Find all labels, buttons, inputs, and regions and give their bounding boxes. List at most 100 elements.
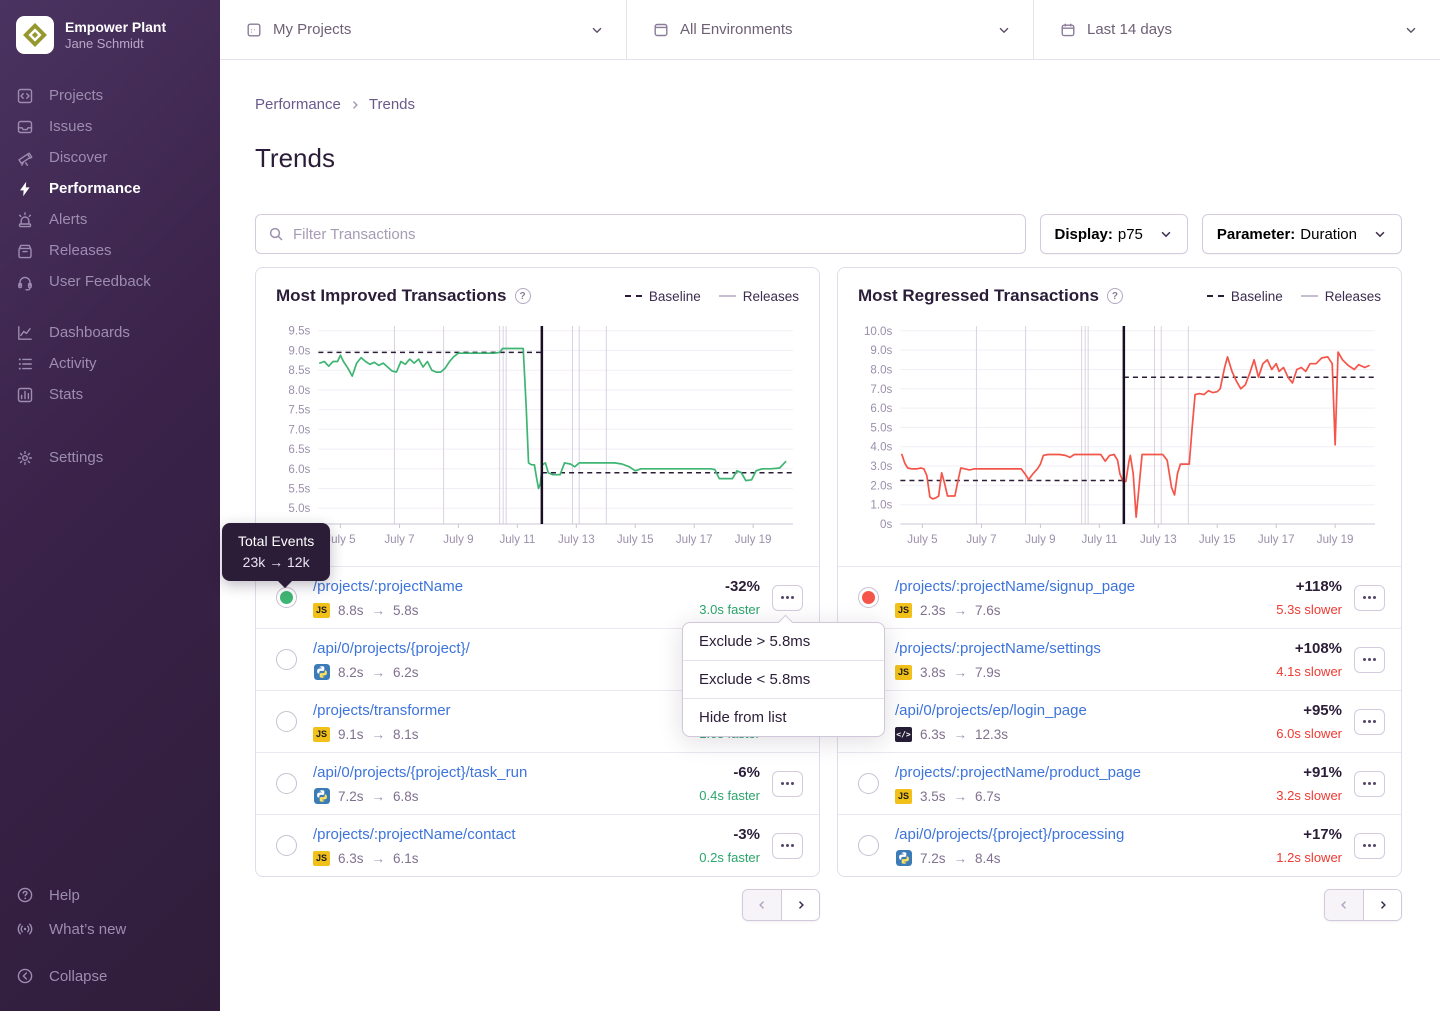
transaction-link[interactable]: /api/0/projects/{project}/processing (895, 826, 1124, 843)
transaction-link[interactable]: /projects/:projectName (313, 578, 463, 595)
sidebar-item-projects[interactable]: Projects (0, 80, 220, 111)
row-actions-button[interactable] (772, 771, 803, 797)
main-area: My Projects All Environments Last 14 day… (220, 0, 1440, 1011)
svg-text:6.0s: 6.0s (870, 403, 892, 415)
svg-text:0s: 0s (880, 519, 892, 531)
row-actions-button[interactable] (772, 833, 803, 859)
row-actions-button[interactable] (1354, 585, 1385, 611)
transaction-link[interactable]: /projects/transformer (313, 702, 451, 719)
delta-label: 5.3s slower (1250, 602, 1342, 617)
transaction-radio[interactable] (276, 711, 297, 732)
transaction-radio-selected[interactable] (858, 587, 879, 608)
svg-text:July 5: July 5 (907, 534, 937, 546)
svg-text:5.0s: 5.0s (870, 422, 892, 434)
svg-text:8.0s: 8.0s (288, 385, 310, 397)
org-user: Jane Schmidt (65, 36, 166, 52)
arrow-right-icon: → (372, 789, 386, 804)
transaction-link[interactable]: /api/0/projects/ep/login_page (895, 702, 1087, 719)
svg-text:2.0s: 2.0s (870, 480, 892, 492)
svg-text:4.0s: 4.0s (870, 442, 892, 454)
prev-page-button[interactable] (1325, 890, 1363, 920)
next-page-button[interactable] (1363, 890, 1401, 920)
org-switcher[interactable]: Empower Plant Jane Schmidt (0, 0, 220, 54)
question-circle-icon (16, 886, 34, 904)
improved-chart[interactable]: 9.5s9.0s8.5s8.0s7.5s7.0s6.5s6.0s5.5s5.0s… (270, 318, 801, 566)
display-dropdown[interactable]: Display: p75 (1040, 214, 1188, 254)
transaction-duration-change: JS8.8s→5.8s (313, 603, 668, 618)
row-actions-button[interactable] (1354, 709, 1385, 735)
row-actions-button[interactable] (1354, 771, 1385, 797)
transaction-radio[interactable] (276, 835, 297, 856)
transaction-radio[interactable] (858, 835, 879, 856)
sidebar-item-performance[interactable]: Performance (0, 173, 220, 204)
org-name: Empower Plant (65, 19, 166, 36)
transaction-radio[interactable] (276, 649, 297, 670)
html-platform-icon: </> (895, 727, 912, 742)
chevron-down-icon (590, 23, 604, 37)
prev-page-button[interactable] (743, 890, 781, 920)
transaction-radio-selected[interactable] (276, 587, 297, 608)
help-icon[interactable]: ? (1107, 288, 1123, 304)
transaction-duration-change: 8.2s→6.2s (313, 665, 668, 680)
date-range-dropdown[interactable]: Last 14 days (1033, 0, 1440, 59)
row-actions-button[interactable] (772, 585, 803, 611)
delta-label: 6.0s slower (1250, 726, 1342, 741)
svg-text:July 7: July 7 (384, 534, 414, 546)
transaction-link[interactable]: /projects/:projectName/contact (313, 826, 516, 843)
transaction-link[interactable]: /projects/:projectName/signup_page (895, 578, 1135, 595)
sidebar-item-label: Alerts (49, 211, 87, 228)
search-input[interactable] (293, 226, 1013, 243)
project-filter-dropdown[interactable]: My Projects (220, 0, 626, 59)
regressed-chart[interactable]: 10.0s9.0s8.0s7.0s6.0s5.0s4.0s3.0s2.0s1.0… (852, 318, 1383, 566)
transaction-link[interactable]: /projects/:projectName/product_page (895, 764, 1141, 781)
breadcrumb-performance[interactable]: Performance (255, 96, 341, 113)
sidebar-item-settings[interactable]: Settings (0, 442, 220, 473)
sidebar-item-help[interactable]: Help (0, 878, 220, 912)
transaction-link[interactable]: /projects/:projectName/settings (895, 640, 1101, 657)
row-actions-button[interactable] (1354, 833, 1385, 859)
percent-change: +118% (1250, 578, 1342, 595)
sidebar-item-whats-new[interactable]: What’s new (0, 912, 220, 946)
sidebar-nav: ProjectsIssues Discover Performance Alerts R… (0, 80, 220, 473)
sidebar-item-dashboards[interactable]: Dashboards (0, 317, 220, 348)
chart-legend: Baseline Releases (1207, 289, 1381, 304)
row-actions-button[interactable] (1354, 647, 1385, 673)
regressed-panel-title: Most Regressed Transactions (858, 286, 1099, 306)
menu-item-exclude-below[interactable]: Exclude < 5.8ms (683, 660, 884, 698)
window-icon (653, 22, 669, 38)
delta-label: 3.0s faster (668, 602, 760, 617)
menu-item-hide-from-list[interactable]: Hide from list (683, 698, 884, 736)
sidebar-item-releases[interactable]: Releases (0, 235, 220, 266)
total-events-tooltip: Total Events 23k → 12k (222, 523, 330, 581)
sidebar-item-alerts[interactable]: Alerts (0, 204, 220, 235)
sidebar-item-activity[interactable]: Activity (0, 348, 220, 379)
regressed-panel: Most Regressed Transactions ? Baseline R… (837, 267, 1402, 877)
sidebar-item-stats[interactable]: Stats (0, 379, 220, 410)
transaction-link[interactable]: /api/0/projects/{project}/ (313, 640, 470, 657)
archive-icon (16, 242, 34, 260)
transaction-radio[interactable] (858, 773, 879, 794)
next-page-button[interactable] (781, 890, 819, 920)
help-icon[interactable]: ? (515, 288, 531, 304)
javascript-platform-icon: JS (313, 851, 330, 866)
percent-change: +95% (1250, 702, 1342, 719)
transaction-radio[interactable] (276, 773, 297, 794)
transaction-row: /api/0/projects/{project}/task_run7.2s→6… (256, 752, 819, 814)
svg-text:July 19: July 19 (1317, 534, 1354, 546)
parameter-label: Parameter: (1217, 226, 1295, 243)
transaction-link[interactable]: /api/0/projects/{project}/task_run (313, 764, 527, 781)
sidebar-item-label: Discover (49, 149, 107, 166)
javascript-platform-icon: JS (895, 665, 912, 680)
svg-text:9.0s: 9.0s (870, 345, 892, 357)
environment-filter-dropdown[interactable]: All Environments (626, 0, 1033, 59)
delta-label: 0.2s faster (668, 850, 760, 865)
parameter-dropdown[interactable]: Parameter: Duration (1202, 214, 1402, 254)
svg-text:July 7: July 7 (966, 534, 996, 546)
javascript-platform-icon: JS (895, 603, 912, 618)
sidebar-item-collapse[interactable]: Collapse (0, 959, 220, 993)
svg-text:6.0s: 6.0s (288, 464, 310, 476)
transaction-row: /projects/:projectNameJS8.8s→5.8s-32%3.0… (256, 566, 819, 628)
sidebar-item-issues[interactable]: Issues (0, 111, 220, 142)
sidebar-item-user-feedback[interactable]: User Feedback (0, 266, 220, 297)
sidebar-item-discover[interactable]: Discover (0, 142, 220, 173)
